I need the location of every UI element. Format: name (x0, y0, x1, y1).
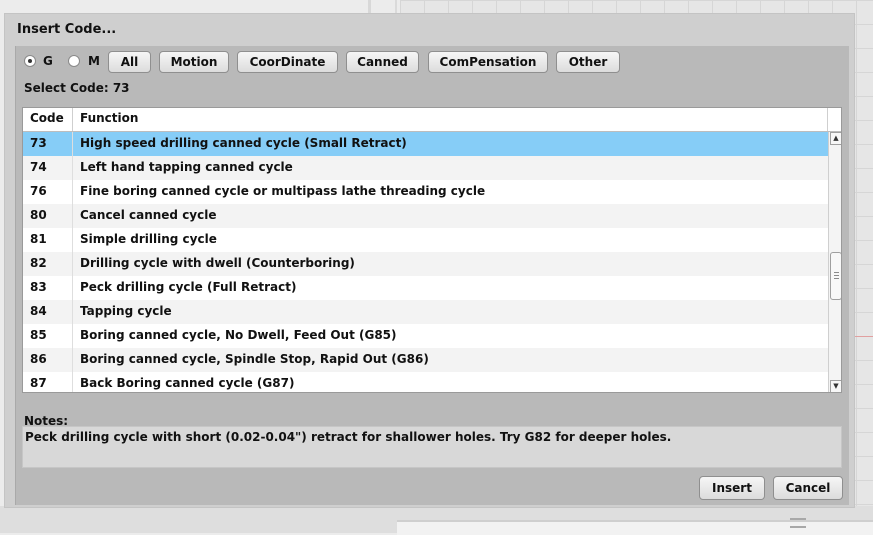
table-row[interactable]: 74 Left hand tapping canned cycle (23, 156, 828, 180)
cell-code: 80 (30, 208, 47, 222)
grip-icon (834, 272, 839, 280)
radio-m-label: M (88, 54, 100, 68)
filter-other-button[interactable]: Other (556, 51, 620, 73)
scroll-down-icon[interactable]: ▼ (830, 380, 841, 392)
filter-coordinate-button[interactable]: CoorDinate (237, 51, 338, 73)
cell-function: Boring canned cycle, Spindle Stop, Rapid… (80, 352, 429, 366)
filter-all-button[interactable]: All (108, 51, 151, 73)
cancel-button[interactable]: Cancel (773, 476, 843, 500)
scroll-up-icon[interactable]: ▲ (830, 132, 841, 145)
cell-code: 87 (30, 376, 47, 390)
table-header: Code Function (23, 108, 841, 132)
notes-box: Peck drilling cycle with short (0.02-0.0… (22, 426, 842, 468)
cell-code: 76 (30, 184, 47, 198)
cell-code: 84 (30, 304, 47, 318)
cell-function: Peck drilling cycle (Full Retract) (80, 280, 297, 294)
cell-code: 85 (30, 328, 47, 342)
cell-function: Simple drilling cycle (80, 232, 217, 246)
cell-function: Drilling cycle with dwell (Counterboring… (80, 256, 355, 270)
header-divider (72, 108, 73, 131)
radio-dot-icon (28, 59, 32, 63)
table-row[interactable]: 84 Tapping cycle (23, 300, 828, 324)
dialog-title: Insert Code... (17, 22, 117, 37)
cell-function: Tapping cycle (80, 304, 172, 318)
radio-g-label: G (43, 54, 53, 68)
table-row[interactable]: 76 Fine boring canned cycle or multipass … (23, 180, 828, 204)
insert-code-dialog: Insert Code... G M All Motion CoorDinate… (4, 13, 855, 508)
table-rows: 73 High speed drilling canned cycle (Smal… (23, 132, 828, 392)
header-divider (827, 108, 828, 131)
table-row[interactable]: 85 Boring canned cycle, No Dwell, Feed Ou… (23, 324, 828, 348)
table-row[interactable]: 80 Cancel canned cycle (23, 204, 828, 228)
cell-code: 86 (30, 352, 47, 366)
dialog-body: G M All Motion CoorDinate Canned ComPens… (15, 46, 849, 505)
table-row[interactable]: 86 Boring canned cycle, Spindle Stop, Rap… (23, 348, 828, 372)
table-row[interactable]: 73 High speed drilling canned cycle (Smal… (23, 132, 828, 156)
cell-function: Fine boring canned cycle or multipass la… (80, 184, 486, 198)
table-row[interactable]: 81 Simple drilling cycle (23, 228, 828, 252)
notes-text: Peck drilling cycle with short (0.02-0.0… (25, 430, 672, 444)
cell-code: 81 (30, 232, 47, 246)
cell-code: 74 (30, 160, 47, 174)
cell-function: High speed drilling canned cycle (Small … (80, 136, 407, 150)
radio-g[interactable] (24, 55, 36, 67)
insert-button[interactable]: Insert (699, 476, 765, 500)
scroll-thumb[interactable] (830, 252, 841, 300)
cell-function: Cancel canned cycle (80, 208, 217, 222)
column-divider (72, 132, 73, 392)
table-scrollbar[interactable]: ▲ ▼ (828, 132, 841, 392)
table-row[interactable]: 83 Peck drilling cycle (Full Retract) (23, 276, 828, 300)
header-code[interactable]: Code (30, 111, 64, 125)
cell-code: 73 (30, 136, 47, 150)
table-row[interactable]: 87 Back Boring canned cycle (G87) (23, 372, 828, 392)
filter-motion-button[interactable]: Motion (159, 51, 229, 73)
cell-function: Boring canned cycle, No Dwell, Feed Out … (80, 328, 397, 342)
cell-function: Left hand tapping canned cycle (80, 160, 293, 174)
filter-compensation-button[interactable]: ComPensation (428, 51, 548, 73)
cell-code: 83 (30, 280, 47, 294)
selected-code-label: Select Code: 73 (24, 81, 130, 95)
radio-m[interactable] (68, 55, 80, 67)
code-table: Code Function 73 High speed drilling cann… (22, 107, 842, 393)
resize-handle[interactable] (790, 518, 806, 528)
filter-canned-button[interactable]: Canned (346, 51, 419, 73)
table-row[interactable]: 82 Drilling cycle with dwell (Counterbori… (23, 252, 828, 276)
header-function[interactable]: Function (80, 111, 138, 125)
cell-function: Back Boring canned cycle (G87) (80, 376, 295, 390)
cell-code: 82 (30, 256, 47, 270)
